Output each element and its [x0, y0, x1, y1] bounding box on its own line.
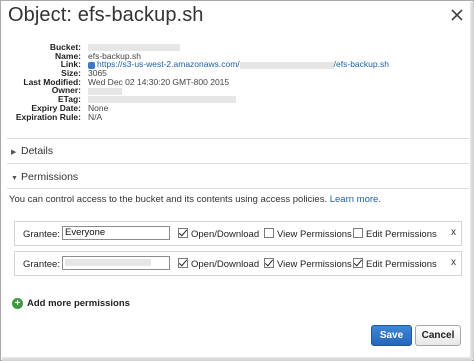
grantee-input[interactable]: Everyone: [62, 226, 170, 240]
permission-row: Grantee: Open/Download View Permissions …: [14, 251, 462, 276]
permission-row: Grantee: Everyone Open/Download View Per…: [14, 221, 462, 246]
open-download-label: Open/Download: [191, 229, 260, 240]
object-link[interactable]: https://s3-us-west-2.amazonaws.com//efs-…: [97, 59, 389, 69]
edit-permissions-checkbox[interactable]: [353, 228, 363, 238]
remove-permission-button[interactable]: x: [451, 227, 456, 238]
object-properties: Bucket: Name: efs-backup.sh Link: https:…: [1, 43, 471, 122]
chevron-right-icon: ▶: [11, 149, 17, 156]
property-value-redacted: [88, 95, 236, 104]
remove-permission-button[interactable]: x: [451, 257, 456, 268]
permissions-section-toggle[interactable]: ▼ Permissions: [11, 171, 78, 183]
grantee-label: Grantee:: [23, 259, 60, 270]
view-permissions-label: View Permissions: [277, 229, 352, 240]
permissions-info: You can control access to the bucket and…: [9, 194, 381, 205]
view-permissions-checkbox[interactable]: [264, 228, 274, 238]
plus-circle-icon: +: [12, 298, 23, 309]
dialog-shadow: [2, 357, 472, 361]
open-download-label: Open/Download: [191, 259, 260, 270]
divider: [7, 188, 469, 189]
edit-permissions-checkbox[interactable]: [353, 258, 363, 268]
view-permissions-checkbox[interactable]: [264, 258, 274, 268]
save-button[interactable]: Save: [371, 325, 412, 346]
open-download-checkbox[interactable]: [178, 258, 188, 268]
grantee-label: Grantee:: [23, 229, 60, 240]
close-icon[interactable]: [450, 8, 464, 22]
property-link[interactable]: https://s3-us-west-2.amazonaws.com//efs-…: [88, 60, 389, 69]
permissions-section-label: Permissions: [21, 171, 79, 183]
open-download-checkbox[interactable]: [178, 228, 188, 238]
property-value: N/A: [88, 111, 103, 122]
dialog-shadow: [470, 2, 474, 359]
divider: [7, 163, 469, 164]
details-section-toggle[interactable]: ▶ Details: [11, 145, 53, 157]
details-section-label: Details: [21, 145, 54, 157]
property-value-redacted: [88, 86, 122, 95]
view-permissions-label: View Permissions: [277, 259, 352, 270]
dialog-title: Object: efs-backup.sh: [8, 4, 204, 26]
object-properties-dialog: Object: efs-backup.sh Bucket: Name: efs-…: [0, 0, 474, 361]
add-more-permissions-label: Add more permissions: [27, 298, 130, 310]
property-row-expiration-rule: Expiration Rule: N/A: [1, 111, 471, 122]
edit-permissions-label: Edit Permissions: [366, 229, 437, 240]
divider: [7, 138, 469, 139]
edit-permissions-label: Edit Permissions: [366, 259, 437, 270]
add-more-permissions-button[interactable]: + Add more permissions: [12, 298, 130, 309]
chevron-down-icon: ▼: [11, 175, 18, 182]
learn-more-link[interactable]: Learn more: [330, 194, 379, 205]
property-value: Wed Dec 02 14:30:20 GMT-800 2015: [88, 76, 230, 87]
property-label: Expiration Rule:: [15, 111, 81, 122]
cancel-button[interactable]: Cancel: [415, 325, 461, 346]
grantee-input[interactable]: [62, 256, 170, 270]
